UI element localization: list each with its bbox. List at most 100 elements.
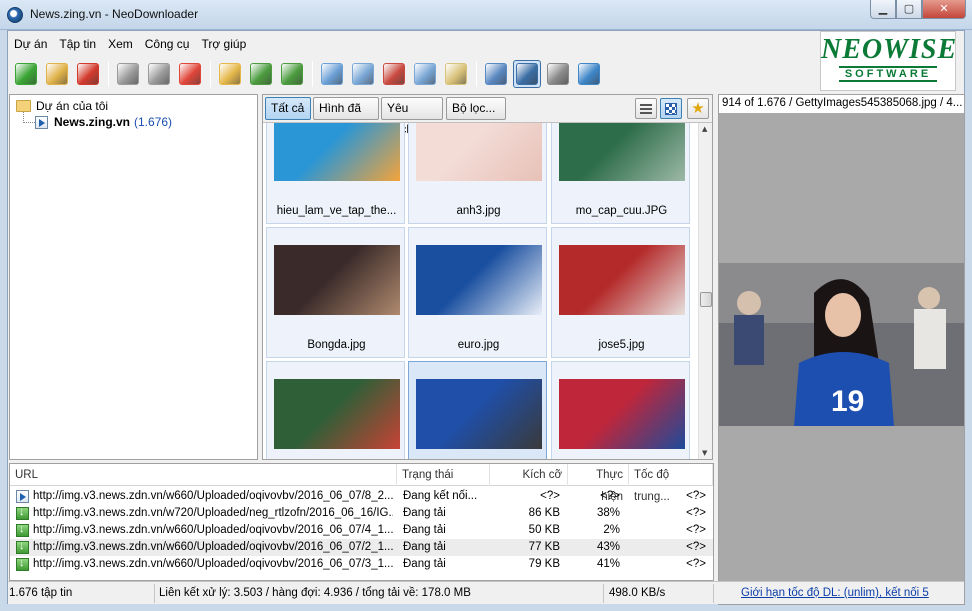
grid-view-icon	[665, 102, 677, 115]
thumbnail-grid: hieu_lam_ve_tap_the... anh3.jpg mo_cap_cuu…	[266, 123, 696, 459]
filter-favorites-button[interactable]: Yêu thích	[381, 97, 443, 136]
thumbnail-image	[559, 123, 685, 181]
fullscreen-button[interactable]	[513, 60, 541, 88]
gallery-scrollbar[interactable]: ▲ ▼	[698, 123, 712, 459]
start-icon	[117, 63, 139, 85]
tree-item-news-zing[interactable]: News.zing.vn (1.676)	[20, 115, 172, 129]
close-button[interactable]: ✕	[922, 0, 966, 19]
speed-limit-link[interactable]: Giới hạn tốc độ DL: (unlim), kết nối 5	[741, 585, 929, 602]
filter-hidden-button[interactable]: Hình đã ẩn	[313, 97, 379, 136]
image-viewer-icon	[321, 63, 343, 85]
download-row[interactable]: http://img.v3.news.zdn.vn/w720/Uploaded/…	[10, 505, 713, 522]
download-done: 41%	[596, 558, 620, 570]
scrollbar-thumb[interactable]	[700, 292, 712, 307]
filter-custom-button[interactable]: Bộ lọc...	[446, 97, 506, 120]
import-icon	[250, 63, 272, 85]
download-row[interactable]: http://img.v3.news.zdn.vn/w660/Uploaded/…	[10, 539, 713, 556]
menu-bar: Dự án Tập tin Xem Công cụ Trợ giúp	[8, 33, 252, 55]
download-url: http://img.v3.news.zdn.vn/w660/Uploaded/…	[33, 524, 393, 536]
maximize-button[interactable]: ▢	[896, 0, 922, 19]
stop-button[interactable]	[176, 60, 204, 88]
thumbnail-image	[416, 245, 542, 315]
thumbnail-item[interactable]: mo_cap_cuu.JPG	[551, 123, 690, 224]
filter-all-button[interactable]: Tất cả	[265, 97, 311, 120]
preview-image[interactable]: 19	[719, 263, 964, 426]
menu-tools[interactable]: Công cụ	[139, 33, 196, 55]
toolbar-separator	[210, 61, 211, 87]
thumbnail-item[interactable]: GettyImages5453850...	[408, 361, 547, 459]
web-button[interactable]	[575, 60, 603, 88]
title-bar: News.zing.vn - NeoDownloader ▁ ▢ ✕	[0, 0, 972, 30]
toolbar	[12, 58, 606, 90]
menu-view[interactable]: Xem	[102, 33, 139, 55]
scroll-up-icon[interactable]: ▲	[702, 125, 707, 133]
menu-project[interactable]: Dự án	[8, 33, 53, 55]
tools-button[interactable]	[544, 60, 572, 88]
stop-icon	[179, 63, 201, 85]
column-speed[interactable]: Tốc độ trung...	[629, 464, 713, 503]
thumbnail-item[interactable]: euro.jpg	[408, 227, 547, 358]
tools-icon	[547, 63, 569, 85]
download-speed: <?>	[686, 541, 706, 553]
list-view-button[interactable]	[635, 98, 657, 119]
download-done: <?>	[600, 490, 620, 502]
favorite-button[interactable]: ★	[687, 98, 709, 119]
open-image-button[interactable]	[349, 60, 377, 88]
tree-root[interactable]: Dự án của tôi	[16, 99, 108, 113]
window-button[interactable]	[482, 60, 510, 88]
column-status[interactable]: Trạng thái	[397, 464, 490, 486]
thumbnail-image	[274, 245, 400, 315]
thumbnail-image	[416, 123, 542, 181]
export-button[interactable]	[278, 60, 306, 88]
star-icon: ★	[691, 99, 705, 117]
minimize-button[interactable]: ▁	[870, 0, 896, 19]
download-header: URL Trạng thái Kích cỡ Thực hiện Tốc độ …	[10, 464, 713, 503]
download-size: 77 KB	[528, 541, 560, 553]
download-url: http://img.v3.news.zdn.vn/w720/Uploaded/…	[33, 507, 393, 519]
thumbnail-item[interactable]: ronaldo7.jpg	[266, 361, 405, 459]
status-divider	[713, 584, 714, 603]
fullscreen-icon	[516, 63, 538, 85]
delete-project-button[interactable]	[74, 60, 102, 88]
thumbnail-caption: euro.jpg	[457, 339, 500, 351]
thumbnail-item[interactable]: anh3.jpg	[408, 123, 547, 224]
edit-project-button[interactable]	[43, 60, 71, 88]
preview-title: 914 of 1.676 / GettyImages545385068.jpg …	[719, 95, 964, 113]
send-email-button[interactable]	[442, 60, 470, 88]
image-properties-button[interactable]	[411, 60, 439, 88]
thumbnail-view-button[interactable]	[660, 98, 682, 119]
thumbnail-item[interactable]: Bongda.jpg	[266, 227, 405, 358]
scroll-down-icon[interactable]: ▼	[702, 449, 707, 457]
thumbnail-item[interactable]: ronaldo.jpg	[551, 361, 690, 459]
download-size: 79 KB	[528, 558, 560, 570]
import-button[interactable]	[247, 60, 275, 88]
resume-button[interactable]	[145, 60, 173, 88]
open-folder-button[interactable]	[216, 60, 244, 88]
connecting-icon	[16, 490, 29, 503]
status-links: Liên kết xử lý: 3.503 / hàng đợi: 4.936 …	[159, 587, 471, 599]
app-icon	[7, 7, 23, 23]
download-row[interactable]: http://img.v3.news.zdn.vn/w660/Uploaded/…	[10, 488, 713, 505]
column-url[interactable]: URL	[10, 464, 397, 486]
thumbnail-item[interactable]: hieu_lam_ve_tap_the...	[266, 123, 405, 224]
thumbnail-item[interactable]: jose5.jpg	[551, 227, 690, 358]
column-size[interactable]: Kích cỡ	[490, 464, 568, 486]
svg-text:19: 19	[831, 385, 864, 418]
start-button[interactable]	[114, 60, 142, 88]
menu-file[interactable]: Tập tin	[53, 33, 102, 55]
neowise-logo: NEOWISE SOFTWARE	[820, 31, 956, 91]
image-viewer-button[interactable]	[318, 60, 346, 88]
column-progress[interactable]: Thực hiện	[568, 464, 629, 503]
download-url: http://img.v3.news.zdn.vn/w660/Uploaded/…	[33, 490, 393, 502]
new-project-button[interactable]	[12, 60, 40, 88]
delete-image-button[interactable]	[380, 60, 408, 88]
send-email-icon	[445, 63, 467, 85]
download-row[interactable]: http://img.v3.news.zdn.vn/w660/Uploaded/…	[10, 556, 713, 573]
delete-image-icon	[383, 63, 405, 85]
menu-help[interactable]: Trợ giúp	[195, 33, 252, 55]
download-row[interactable]: http://img.v3.news.zdn.vn/w660/Uploaded/…	[10, 522, 713, 539]
project-tree: Dự án của tôi News.zing.vn (1.676)	[9, 94, 258, 460]
status-file-count: 1.676 tập tin	[9, 587, 73, 599]
download-queue: URL Trạng thái Kích cỡ Thực hiện Tốc độ …	[9, 463, 714, 581]
export-icon	[281, 63, 303, 85]
